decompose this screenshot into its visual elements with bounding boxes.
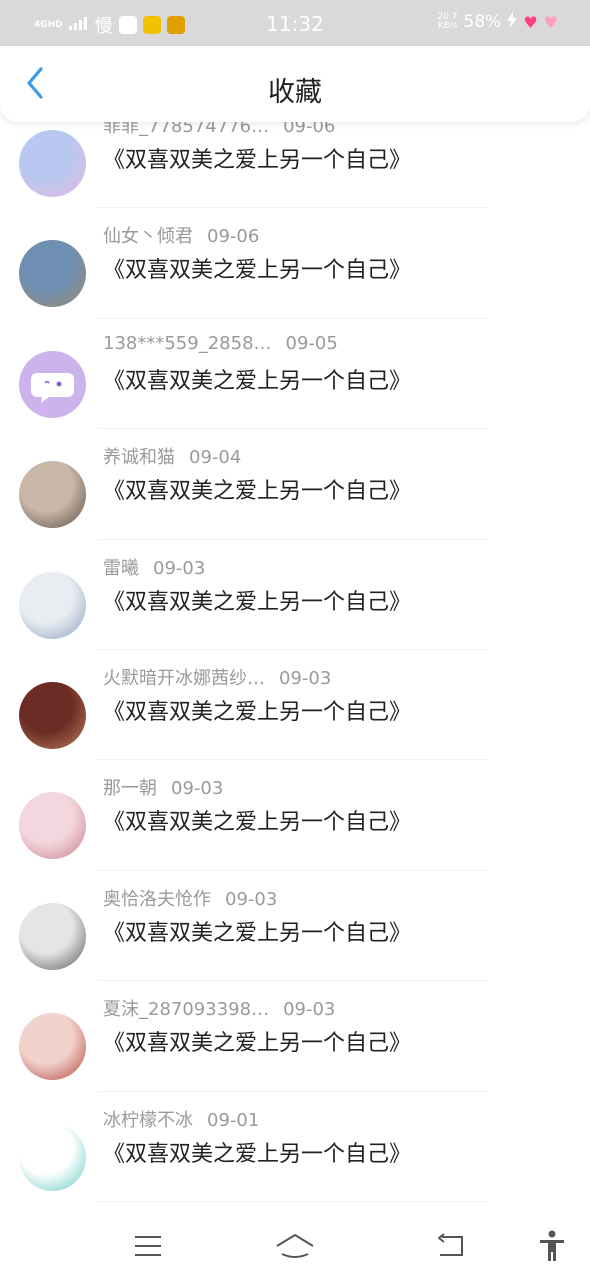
charging-icon bbox=[507, 12, 518, 32]
item-date: 09-01 bbox=[207, 1109, 260, 1131]
item-title[interactable]: 《双喜双美之爱上另一个自己》 bbox=[103, 252, 411, 284]
avatar[interactable] bbox=[19, 1123, 86, 1191]
item-meta: 菲菲_778574776… 09-06 bbox=[103, 122, 335, 138]
avatar[interactable] bbox=[19, 461, 86, 529]
avatar[interactable] bbox=[19, 240, 86, 308]
avatar[interactable] bbox=[19, 350, 86, 418]
list-item[interactable]: 那一朝 09-03 《双喜双美之爱上另一个自己》 bbox=[0, 760, 590, 872]
username[interactable]: 雷曦 bbox=[103, 554, 139, 580]
username[interactable]: 火默暗开冰娜茜纱… bbox=[103, 664, 265, 690]
username[interactable]: 夏沫_287093398… bbox=[103, 995, 269, 1021]
item-title[interactable]: 《双喜双美之爱上另一个自己》 bbox=[103, 915, 411, 947]
item-meta: 养诚和猫 09-04 bbox=[103, 443, 241, 469]
username[interactable]: 养诚和猫 bbox=[103, 443, 175, 469]
item-date: 09-04 bbox=[189, 447, 242, 469]
list-item[interactable]: 菲菲_778574776… 09-06 《双喜双美之爱上另一个自己》 bbox=[0, 122, 590, 209]
item-title[interactable]: 《双喜双美之爱上另一个自己》 bbox=[103, 804, 411, 836]
list-item[interactable]: 仙女丶倾君 09-06 《双喜双美之爱上另一个自己》 bbox=[0, 208, 590, 320]
list-item[interactable]: 火默暗开冰娜茜纱… 09-03 《双喜双美之爱上另一个自己》 bbox=[0, 650, 590, 761]
menu-icon bbox=[135, 1236, 161, 1256]
avatar[interactable] bbox=[19, 1013, 86, 1081]
item-date: 09-03 bbox=[171, 778, 224, 800]
item-meta: 夏沫_287093398… 09-03 bbox=[103, 995, 335, 1021]
item-date: 09-03 bbox=[283, 999, 336, 1021]
back-icon bbox=[438, 1233, 463, 1256]
item-title[interactable]: 《双喜双美之爱上另一个自己》 bbox=[103, 1136, 411, 1168]
accessibility-icon bbox=[540, 1230, 564, 1261]
back-nav-button[interactable] bbox=[428, 1224, 472, 1268]
battery-level: 58% bbox=[463, 12, 502, 32]
username[interactable]: 冰柠檬不冰 bbox=[103, 1106, 193, 1132]
favorites-list: 菲菲_778574776… 09-06 《双喜双美之爱上另一个自己》 仙女丶倾君 09-… bbox=[0, 122, 590, 1212]
network-speed: 20.7 KB/s bbox=[437, 13, 457, 31]
list-item[interactable]: 奥恰洛夫怆作 09-03 《双喜双美之爱上另一个自己》 bbox=[0, 871, 590, 982]
avatar[interactable] bbox=[19, 571, 86, 639]
list-item[interactable]: 养诚和猫 09-04 《双喜双美之爱上另一个自己》 bbox=[0, 429, 590, 540]
bottom-nav bbox=[0, 1212, 590, 1280]
item-meta: 仙女丶倾君 09-06 bbox=[103, 222, 259, 248]
list-item[interactable]: 雷曦 09-03 《双喜双美之爱上另一个自己》 bbox=[0, 540, 590, 651]
item-meta: 冰柠檬不冰 09-01 bbox=[103, 1106, 259, 1132]
item-date: 09-06 bbox=[283, 122, 336, 137]
item-date: 09-05 bbox=[285, 332, 338, 354]
item-meta: 奥恰洛夫怆作 09-03 bbox=[103, 885, 277, 911]
page-title: 收藏 bbox=[268, 77, 322, 108]
item-meta: 火默暗开冰娜茜纱… 09-03 bbox=[103, 664, 331, 690]
list-item[interactable]: 夏沫_287093398… 09-03 《双喜双美之爱上另一个自己》 bbox=[0, 981, 590, 1092]
avatar[interactable] bbox=[19, 902, 86, 970]
username[interactable]: 138***559_2858… bbox=[103, 333, 272, 354]
username[interactable]: 奥恰洛夫怆作 bbox=[103, 885, 211, 911]
status-right: 20.7 KB/s 58% ♥ ♥ bbox=[437, 12, 558, 32]
avatar[interactable] bbox=[19, 682, 86, 749]
list-item[interactable]: 138***559_2858… 09-05 《双喜双美之爱上另一个自己》 bbox=[0, 319, 590, 430]
network-speed-unit: KB/s bbox=[437, 21, 458, 31]
item-title[interactable]: 《双喜双美之爱上另一个自己》 bbox=[103, 363, 411, 395]
item-meta: 138***559_2858… 09-05 bbox=[103, 333, 338, 354]
item-title[interactable]: 《双喜双美之爱上另一个自己》 bbox=[103, 1025, 411, 1057]
username[interactable]: 那一朝 bbox=[103, 774, 157, 800]
item-title[interactable]: 《双喜双美之爱上另一个自己》 bbox=[103, 694, 411, 726]
item-meta: 那一朝 09-03 bbox=[103, 774, 223, 800]
header: 收藏 bbox=[0, 46, 590, 122]
menu-button[interactable] bbox=[126, 1224, 170, 1268]
heart-outline-icon: ♥ bbox=[543, 12, 558, 32]
status-bar: 4GHD 慢 11:32 20.7 KB/s 58% ♥ ♥ bbox=[0, 0, 590, 46]
heart-icon: ♥ bbox=[523, 12, 538, 32]
list-item[interactable]: 冰柠檬不冰 09-01 《双喜双美之爱上另一个自己》 bbox=[0, 1092, 590, 1203]
chat-bubble-icon bbox=[31, 372, 74, 403]
item-date: 09-03 bbox=[225, 888, 278, 910]
accessibility-button[interactable] bbox=[530, 1224, 574, 1268]
avatar[interactable] bbox=[19, 792, 86, 860]
item-date: 09-06 bbox=[207, 226, 260, 248]
item-title[interactable]: 《双喜双美之爱上另一个自己》 bbox=[103, 142, 411, 174]
home-button[interactable] bbox=[273, 1224, 317, 1268]
username[interactable]: 菲菲_778574776… bbox=[103, 122, 269, 138]
item-title[interactable]: 《双喜双美之爱上另一个自己》 bbox=[103, 584, 411, 616]
item-meta: 雷曦 09-03 bbox=[103, 554, 205, 580]
item-date: 09-03 bbox=[153, 557, 206, 579]
item-title[interactable]: 《双喜双美之爱上另一个自己》 bbox=[103, 473, 411, 505]
item-date: 09-03 bbox=[279, 668, 332, 689]
avatar[interactable] bbox=[19, 130, 86, 197]
home-icon bbox=[276, 1234, 314, 1258]
username[interactable]: 仙女丶倾君 bbox=[103, 222, 193, 248]
